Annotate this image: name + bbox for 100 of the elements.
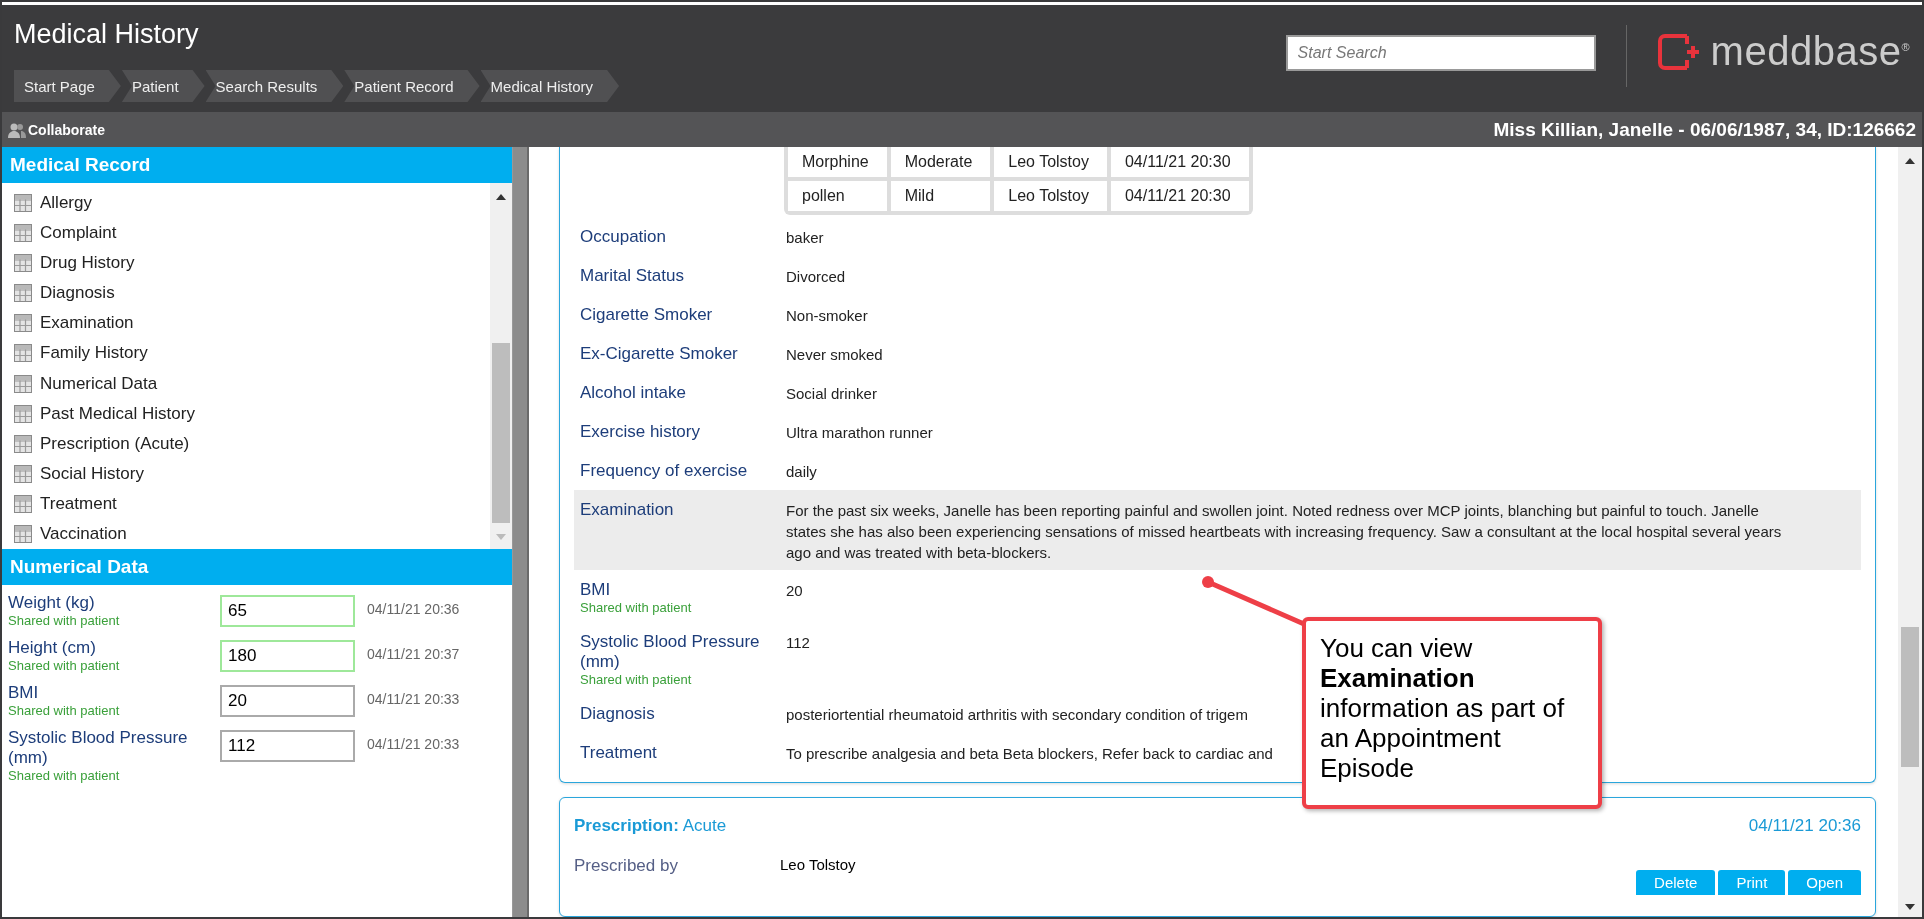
field-label: BMI <box>580 580 612 600</box>
breadcrumb[interactable]: Start Page <box>14 70 121 102</box>
field-value: Never smoked <box>786 345 883 365</box>
scroll-up-icon[interactable] <box>495 193 507 201</box>
shared-note: Shared with patient <box>580 672 693 687</box>
record-item[interactable]: Diagnosis <box>40 283 115 304</box>
grid-icon <box>14 314 32 333</box>
value-field[interactable]: 180 <box>220 640 355 672</box>
field-value: Divorced <box>786 267 846 287</box>
field-label: Systolic Blood Pressure (mm) <box>8 728 189 768</box>
record-item[interactable]: Past Medical History <box>40 403 195 424</box>
grid-icon <box>14 494 32 513</box>
field-label: Occupation <box>580 227 667 247</box>
field-value: Leo Tolstoy <box>780 856 857 873</box>
scrollbar[interactable] <box>490 183 512 549</box>
shared-note: Shared with patient <box>580 600 693 615</box>
field-value: posteriortential rheumatoid arthritis with secondary condition of trigem <box>786 705 1248 725</box>
field-value: Ultra marathon runner <box>786 423 933 443</box>
field-label: Alcohol intake <box>580 383 687 403</box>
table-cell: 04/11/21 20:30 <box>1110 147 1249 177</box>
grid-icon <box>14 224 32 243</box>
grid-icon <box>14 284 32 303</box>
table-cell: Mild <box>890 181 991 211</box>
record-item[interactable]: Numerical Data <box>40 373 158 394</box>
breadcrumb[interactable]: Patient <box>121 70 205 102</box>
field-label: Prescribed by <box>574 856 679 876</box>
field-value: baker <box>786 228 824 248</box>
grid-icon <box>14 404 32 423</box>
prescription-title: Prescription: Acute <box>574 816 727 836</box>
record-item[interactable]: Prescription (Acute) <box>40 433 190 454</box>
timestamp: 04/11/21 20:37 <box>367 646 461 662</box>
field-label: BMI <box>8 683 40 703</box>
field-label: Frequency of exercise <box>580 461 749 481</box>
grid-icon <box>14 254 32 273</box>
grid-icon <box>14 194 32 213</box>
callout-note: You can view Examination information as part of an Appointment Episode <box>1302 617 1602 809</box>
timestamp: 04/11/21 20:36 <box>367 601 461 617</box>
field-label: Exercise history <box>580 422 701 442</box>
scroll-thumb[interactable] <box>1901 627 1919 767</box>
field-label: Height (cm) <box>8 638 97 658</box>
table-cell: Moderate <box>890 147 991 177</box>
grid-icon <box>14 344 32 363</box>
record-item[interactable]: Complaint <box>40 223 117 244</box>
field-value: daily <box>786 462 817 482</box>
field-value: Social drinker <box>786 384 877 404</box>
patient-details: Miss Killian, Janelle - 06/06/1987, 34, ID:126662 <box>1493 118 1916 141</box>
breadcrumb[interactable]: Medical History <box>480 70 620 102</box>
scroll-thumb[interactable] <box>492 343 510 523</box>
breadcrumb[interactable]: Patient Record <box>344 70 480 102</box>
field-value: 20 <box>786 581 803 601</box>
breadcrumb[interactable]: Search Results <box>205 70 344 102</box>
shared-note: Shared with patient <box>8 613 121 628</box>
record-item[interactable]: Family History <box>40 343 148 364</box>
scrollbar[interactable] <box>1898 147 1922 917</box>
grid-icon <box>14 464 32 483</box>
table-cell: pollen <box>788 181 887 211</box>
field-label: Ex-Cigarette Smoker <box>580 344 739 364</box>
field-value: 112 <box>786 633 810 653</box>
table-cell: Leo Tolstoy <box>994 147 1107 177</box>
collaborate-button[interactable]: Collaborate <box>28 121 105 138</box>
section-header: Numerical Data <box>2 549 512 585</box>
field-value: To prescribe analgesia and beta Beta blockers, Refer back to cardiac and <box>786 744 1273 764</box>
panel-splitter[interactable] <box>513 147 529 917</box>
grid-icon <box>14 434 32 453</box>
record-item[interactable]: Allergy <box>40 193 92 214</box>
value-field[interactable]: 112 <box>220 730 355 762</box>
shared-note: Shared with patient <box>8 768 121 783</box>
field-label: Cigarette Smoker <box>580 305 714 325</box>
shared-note: Shared with patient <box>8 658 121 673</box>
page-title: Medical History <box>14 19 200 50</box>
field-label: Treatment <box>580 743 658 763</box>
field-label: Marital Status <box>580 266 685 286</box>
field-value: For the past six weeks, Janelle has been reporting painful and swollen joint. Noted redness over MCP joints, blanching but painful to touch. Janelle states she has also been experiencing sensations of missed heartbeats with increasing frequency. Saw a consultant at the local hospital several years ago and was treated with beta-blockers. <box>786 501 1783 563</box>
field-value: Non-smoker <box>786 306 868 326</box>
record-item[interactable]: Drug History <box>40 253 135 274</box>
table-cell: Morphine <box>788 147 887 177</box>
scroll-down-icon[interactable] <box>1904 903 1916 911</box>
grid-icon <box>14 374 32 393</box>
field-label: Weight (kg) <box>8 593 96 613</box>
shared-note: Shared with patient <box>8 703 121 718</box>
timestamp: 04/11/21 20:33 <box>367 736 461 752</box>
field-label: Diagnosis <box>580 704 656 724</box>
record-item[interactable]: Examination <box>40 313 134 334</box>
logo-text: meddbase$^{®}$ <box>1710 29 1910 74</box>
value-field[interactable]: 20 <box>220 685 355 717</box>
value-field[interactable]: 65 <box>220 595 355 627</box>
people-icon <box>8 121 26 138</box>
table-cell: Leo Tolstoy <box>994 181 1107 211</box>
record-item[interactable]: Treatment <box>40 493 117 514</box>
section-header: Medical Record <box>2 147 512 183</box>
field-label: Systolic Blood Pressure (mm) <box>580 632 761 672</box>
scroll-up-icon[interactable] <box>1904 157 1916 165</box>
field-label: Examination <box>580 500 675 520</box>
grid-icon <box>14 524 32 543</box>
table-cell: 04/11/21 20:30 <box>1110 181 1249 211</box>
timestamp: 04/11/21 20:33 <box>367 691 461 707</box>
search-field[interactable]: Start Search <box>1285 35 1596 71</box>
prescription-date: 04/11/21 20:36 <box>1748 816 1861 836</box>
record-item[interactable]: Social History <box>40 463 144 484</box>
record-item[interactable]: Vaccination <box>40 523 127 544</box>
